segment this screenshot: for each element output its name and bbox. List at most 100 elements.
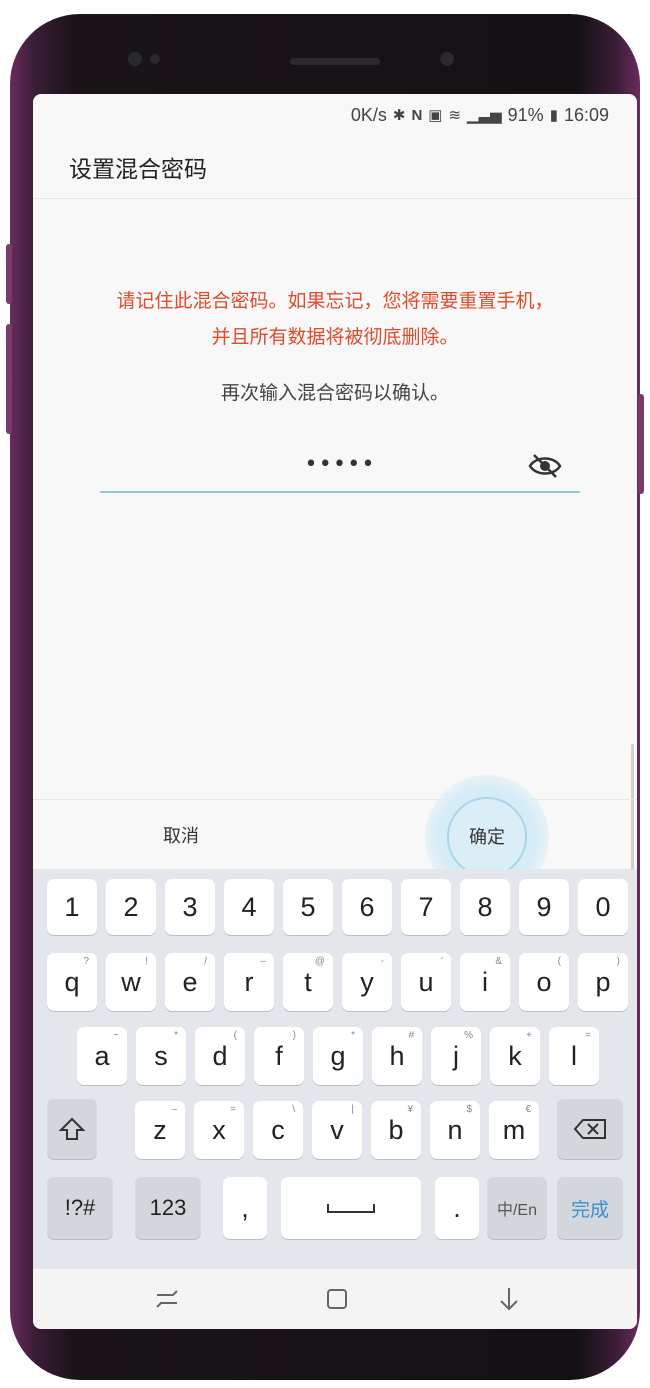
- ok-button-label: 确定: [469, 827, 505, 848]
- key-b[interactable]: b ¥: [371, 1101, 421, 1159]
- key-n[interactable]: n $: [430, 1101, 480, 1159]
- back-icon[interactable]: [495, 1285, 523, 1313]
- key-o[interactable]: o(: [519, 953, 569, 1011]
- key-hint: ~: [113, 1030, 119, 1041]
- key-hint: #: [408, 1030, 414, 1041]
- recents-icon[interactable]: [153, 1285, 181, 1313]
- key-hint: ): [292, 1030, 296, 1041]
- shift-key[interactable]: [47, 1099, 97, 1159]
- comma-key[interactable]: ,: [223, 1177, 267, 1239]
- key-k[interactable]: k +: [490, 1027, 540, 1085]
- phone-frame: 0K/s ✱ N ▣ ≋ ▁▃▅ 91% ▮ 16:09 设置混合密码 请记住此…: [6, 14, 644, 1380]
- key-9[interactable]: 9: [519, 879, 569, 935]
- key-r[interactable]: r –: [224, 953, 274, 1011]
- key-label: y: [360, 966, 374, 997]
- wifi-icon: ≋: [448, 107, 462, 124]
- key-m[interactable]: m €: [489, 1101, 539, 1159]
- key-y[interactable]: y-: [342, 953, 392, 1011]
- key-hint: \: [292, 1104, 295, 1115]
- key-c[interactable]: c \: [253, 1101, 303, 1159]
- key-label: l: [571, 1040, 577, 1071]
- front-camera: [440, 52, 454, 66]
- network-speed: 0K/s: [350, 104, 387, 125]
- key-label: 6: [359, 891, 375, 922]
- key-label: 4: [241, 891, 257, 922]
- key-label: 8: [477, 891, 493, 922]
- key-d[interactable]: d(: [195, 1027, 245, 1085]
- key-f[interactable]: f): [254, 1027, 304, 1085]
- key-0[interactable]: 0: [578, 879, 628, 935]
- key-hint: &: [495, 956, 502, 967]
- key-label: k: [508, 1040, 522, 1071]
- key-hint: ': [441, 956, 443, 967]
- status-bar: 0K/s ✱ N ▣ ≋ ▁▃▅ 91% ▮ 16:09: [351, 100, 609, 130]
- bluetooth-icon: ✱: [392, 107, 406, 124]
- key-s[interactable]: s *: [136, 1027, 186, 1085]
- cancel-button[interactable]: 取消: [163, 822, 199, 848]
- key-g[interactable]: g *: [313, 1027, 363, 1085]
- password-field[interactable]: •••••: [100, 446, 580, 493]
- password-value: •••••: [304, 452, 376, 477]
- key-label: 0: [595, 891, 611, 922]
- page-title: 设置混合密码: [69, 157, 207, 183]
- hide-password-icon[interactable]: [528, 452, 562, 480]
- key-label: v: [330, 1114, 344, 1145]
- key-h[interactable]: h #: [372, 1027, 422, 1085]
- home-icon[interactable]: [323, 1285, 351, 1313]
- space-key[interactable]: [281, 1177, 421, 1239]
- key-label: 2: [123, 891, 139, 922]
- key-j[interactable]: j%: [431, 1027, 481, 1085]
- key-w[interactable]: w!: [106, 953, 156, 1011]
- key-t[interactable]: t @: [283, 953, 333, 1011]
- key-6[interactable]: 6: [342, 879, 392, 935]
- screen: 0K/s ✱ N ▣ ≋ ▁▃▅ 91% ▮ 16:09 设置混合密码 请记住此…: [33, 94, 637, 1329]
- key-label: e: [182, 966, 198, 997]
- key-q[interactable]: q?: [47, 953, 97, 1011]
- key-hint: ?: [83, 956, 89, 967]
- language-key[interactable]: 中/En: [487, 1177, 547, 1239]
- period-key[interactable]: .: [435, 1177, 479, 1239]
- key-2[interactable]: 2: [106, 879, 156, 935]
- key-l[interactable]: l =: [549, 1027, 599, 1085]
- battery-icon: ▮: [549, 107, 558, 124]
- power-button: [638, 394, 644, 494]
- signal-icon: ▁▃▅: [467, 107, 502, 124]
- earpiece-speaker: [290, 58, 380, 65]
- key-label: x: [212, 1114, 226, 1145]
- key-label: f: [275, 1040, 283, 1071]
- warning-text: 请记住此混合密码。如果忘记，您将需要重置手机，: [116, 290, 554, 312]
- done-key[interactable]: 完成: [557, 1177, 623, 1239]
- sensor-dot: [150, 54, 160, 64]
- key-label: q: [64, 966, 80, 997]
- key-p[interactable]: p): [578, 953, 628, 1011]
- backspace-key[interactable]: [557, 1099, 623, 1159]
- clock: 16:09: [563, 104, 609, 125]
- key-hint: @: [314, 956, 325, 967]
- key-label: 1: [64, 891, 80, 922]
- key-a[interactable]: a ~: [77, 1027, 127, 1085]
- shift-icon: [58, 1117, 86, 1140]
- key-5[interactable]: 5: [283, 879, 333, 935]
- key-7[interactable]: 7: [401, 879, 451, 935]
- key-1[interactable]: 1: [47, 879, 97, 935]
- key-u[interactable]: u ': [401, 953, 451, 1011]
- key-hint: |: [351, 1104, 354, 1115]
- key-3[interactable]: 3: [165, 879, 215, 935]
- key-hint: !: [145, 956, 148, 967]
- divider: [33, 198, 637, 199]
- backspace-icon: [573, 1119, 606, 1139]
- key-hint: -: [380, 956, 384, 967]
- key-4[interactable]: 4: [224, 879, 274, 935]
- key-hint: (: [233, 1030, 237, 1041]
- key-8[interactable]: 8: [460, 879, 510, 935]
- key-x[interactable]: x =: [194, 1101, 244, 1159]
- symbols-key[interactable]: !?#: [47, 1177, 113, 1239]
- key-e[interactable]: e /: [165, 953, 215, 1011]
- key-v[interactable]: v |: [312, 1101, 362, 1159]
- key-label: g: [330, 1040, 346, 1071]
- numbers-key[interactable]: 123: [135, 1177, 201, 1239]
- key-hint: /: [204, 956, 207, 967]
- key-i[interactable]: i &: [460, 953, 510, 1011]
- keyboard: 1234567890 q? w! e / r – t @ y - u ' i & o(p) a ~ s * d(f)…: [33, 869, 637, 1269]
- key-z[interactable]: z –: [135, 1101, 185, 1159]
